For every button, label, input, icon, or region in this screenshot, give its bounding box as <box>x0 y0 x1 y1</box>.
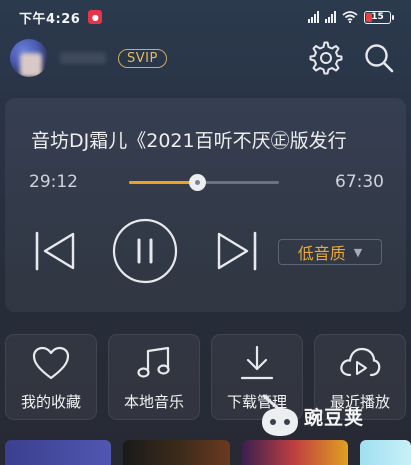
wifi-icon <box>342 11 358 23</box>
watermark-text: 豌豆荚 <box>304 406 365 429</box>
download-icon <box>240 345 274 380</box>
recommend-card[interactable] <box>123 440 230 465</box>
app-header: SVIP <box>0 36 411 80</box>
battery-level: 15 <box>371 12 384 22</box>
battery-icon: 15 <box>364 10 394 24</box>
next-track-icon[interactable] <box>215 231 259 271</box>
progress-fill <box>129 180 197 184</box>
recommend-card[interactable] <box>360 440 411 465</box>
shortcut-label: 本地音乐 <box>123 393 184 411</box>
watermark: 豌豆荚 <box>260 394 364 438</box>
shortcut-favorites[interactable]: 我的收藏 <box>5 334 97 420</box>
song-title[interactable]: 音坊DJ霜儿《2021百听不厌㊣版发行 <box>31 126 386 153</box>
audio-quality-select[interactable]: 低音质 ▼ <box>278 239 382 265</box>
now-playing-card: 音坊DJ霜儿《2021百听不厌㊣版发行 29:12 67:30 低音质 ▼ <box>5 98 406 312</box>
shortcut-label: 我的收藏 <box>20 393 81 411</box>
current-time: 29:12 <box>29 172 78 192</box>
chevron-down-icon: ▼ <box>353 245 363 259</box>
app-notification-icon: ● <box>88 10 103 24</box>
audio-quality-value: 低音质 <box>297 244 346 263</box>
pause-button[interactable] <box>112 218 178 284</box>
previous-track-icon[interactable] <box>33 231 77 271</box>
svip-badge[interactable]: SVIP <box>118 48 167 68</box>
search-icon[interactable] <box>363 42 395 74</box>
status-bar: 下午4:26 ● 15 <box>0 0 411 34</box>
recommend-card[interactable] <box>5 440 111 465</box>
status-time: 下午4:26 <box>19 11 81 27</box>
recommend-strip <box>0 440 411 465</box>
progress-row: 29:12 67:30 <box>29 170 384 194</box>
cellular-signal-icon-2 <box>325 11 336 23</box>
settings-icon[interactable] <box>309 41 343 75</box>
username-blurred[interactable] <box>60 52 106 64</box>
total-time: 67:30 <box>335 172 384 192</box>
playback-controls: 低音质 ▼ <box>5 218 406 284</box>
cellular-signal-icon <box>308 11 319 23</box>
progress-knob[interactable] <box>188 173 206 191</box>
heart-icon <box>32 346 70 380</box>
recommend-card[interactable] <box>242 440 348 465</box>
shortcut-local-music[interactable]: 本地音乐 <box>108 334 200 420</box>
header-actions <box>309 41 395 75</box>
music-note-icon <box>137 346 170 378</box>
avatar[interactable] <box>10 39 48 77</box>
status-indicators: 15 <box>308 10 394 24</box>
cloud-play-icon <box>340 347 381 377</box>
progress-bar[interactable] <box>129 173 279 191</box>
watermark-logo-icon <box>262 394 298 436</box>
